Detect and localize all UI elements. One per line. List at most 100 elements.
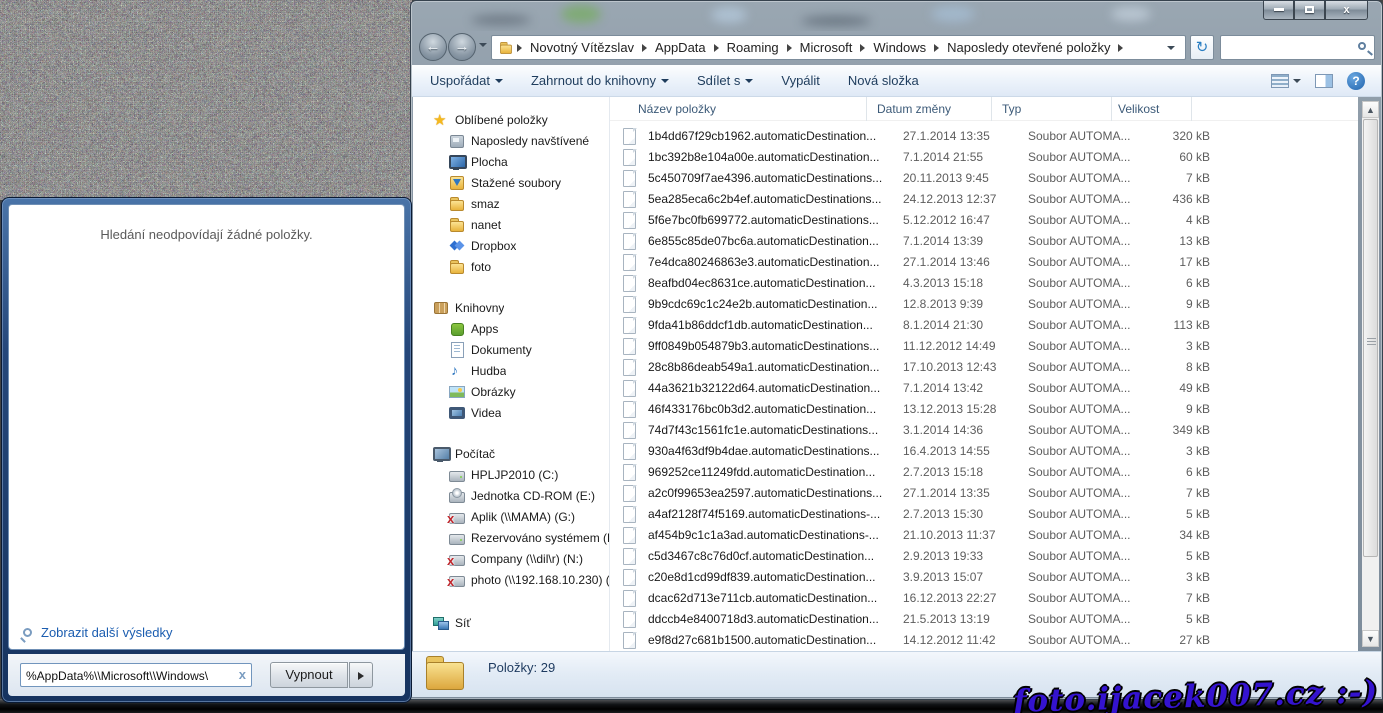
sidebar-item-hpljp2010-c[interactable]: HPLJP2010 (C:) (413, 464, 609, 485)
table-row[interactable]: 44a3621b32122d64.automaticDestination...… (610, 377, 1358, 398)
scrollbar-thumb[interactable] (1363, 119, 1378, 557)
breadcrumb-separator-icon[interactable] (714, 44, 719, 52)
toolbar-button[interactable]: Zahrnout do knihovny (521, 69, 679, 92)
cell-date: 16.12.2013 22:27 (893, 591, 1018, 605)
table-row[interactable]: e9f8d27c681b1500.automaticDestination...… (610, 629, 1358, 650)
table-row[interactable]: a4af2128f74f5169.automaticDestinations-.… (610, 503, 1358, 524)
sidebar-item-obr-zky[interactable]: Obrázky (413, 381, 609, 402)
history-dropdown-icon[interactable] (479, 43, 487, 47)
forward-button[interactable]: → (448, 33, 476, 61)
refresh-button[interactable]: ↻ (1190, 35, 1214, 60)
sidebar-item-naposledy-nav-t-ven[interactable]: Naposledy navštívené (413, 130, 609, 151)
sidebar-item-company-dil-r-n[interactable]: Company (\\dil\r) (N:) (413, 548, 609, 569)
sidebar-item-rezervov-no-syst-mem-h[interactable]: Rezervováno systémem (H (413, 527, 609, 548)
shutdown-button[interactable]: Vypnout (270, 662, 348, 688)
column-header-name[interactable]: Název položky (610, 97, 867, 121)
table-row[interactable]: 7e4dca80246863e3.automaticDestination...… (610, 251, 1358, 272)
drive-icon (449, 467, 465, 483)
table-row[interactable]: af454b9c1c1a3ad.automaticDestinations-..… (610, 524, 1358, 545)
search-icon[interactable] (1358, 42, 1366, 50)
table-row[interactable]: 6e855c85de07bc6a.automaticDestination...… (610, 230, 1358, 251)
breadcrumb-separator-icon[interactable] (642, 44, 647, 52)
back-button[interactable]: ← (419, 33, 447, 61)
table-row[interactable]: c5d3467c8c76d0cf.automaticDestination...… (610, 545, 1358, 566)
sidebar-item-dokumenty[interactable]: Dokumenty (413, 339, 609, 360)
table-row[interactable]: 9b9cdc69c1c24e2b.automaticDestination...… (610, 293, 1358, 314)
sidebar-item-jednotka-cd-rom-e[interactable]: Jednotka CD-ROM (E:) (413, 485, 609, 506)
sidebar-item-apps[interactable]: Apps (413, 318, 609, 339)
sidebar-item-dropbox[interactable]: Dropbox (413, 235, 609, 256)
sidebar-item-s[interactable]: Síť (413, 612, 609, 633)
sidebar-item-knihovny[interactable]: Knihovny (413, 297, 609, 318)
start-search-input[interactable] (26, 667, 226, 684)
scroll-down-icon[interactable]: ▼ (1362, 630, 1379, 647)
breadcrumb-separator-icon[interactable] (787, 44, 792, 52)
toolbar-button[interactable]: Nová složka (838, 69, 929, 92)
breadcrumb-separator-icon[interactable] (934, 44, 939, 52)
help-icon[interactable]: ? (1347, 72, 1365, 90)
sidebar-item-aplik-mama-g[interactable]: Aplik (\\MAMA) (G:) (413, 506, 609, 527)
breadcrumb-item[interactable]: Microsoft (795, 40, 858, 55)
table-row[interactable]: 28c8b86deab549a1.automaticDestination...… (610, 356, 1358, 377)
breadcrumb-separator-icon[interactable] (860, 44, 865, 52)
see-more-results-link[interactable]: Zobrazit další výsledky (23, 625, 173, 640)
toolbar-button[interactable]: Vypálit (771, 69, 830, 92)
table-row[interactable]: 5f6e7bc0fb699772.automaticDestinations..… (610, 209, 1358, 230)
cell-date: 3.9.2013 15:07 (893, 570, 1018, 584)
sidebar-item-foto[interactable]: foto (413, 256, 609, 277)
preview-pane-icon[interactable] (1315, 74, 1333, 88)
breadcrumb-item[interactable]: Novotný Vítězslav (525, 40, 639, 55)
breadcrumb-item[interactable]: AppData (650, 40, 711, 55)
sidebar-item-nanet[interactable]: nanet (413, 214, 609, 235)
table-row[interactable]: c20e8d1cd99df839.automaticDestination...… (610, 566, 1358, 587)
sidebar-item-plocha[interactable]: Plocha (413, 151, 609, 172)
breadcrumb-item[interactable]: Windows (868, 40, 931, 55)
view-dropdown-icon[interactable] (1293, 79, 1301, 83)
shutdown-options-button[interactable] (349, 662, 373, 688)
table-row[interactable]: 46f433176bc0b3d2.automaticDestination...… (610, 398, 1358, 419)
table-row[interactable]: 5c450709f7ae4396.automaticDestinations..… (610, 167, 1358, 188)
vertical-scrollbar[interactable]: ▲ ▼ (1362, 101, 1379, 647)
window-titlebar[interactable] (411, 1, 1382, 31)
desktop-wallpaper (0, 0, 412, 200)
sidebar-item-po-ta[interactable]: Počítač (413, 443, 609, 464)
maximize-button[interactable] (1294, 1, 1325, 20)
table-row[interactable]: dcac62d713e711cb.automaticDestination...… (610, 587, 1358, 608)
table-row[interactable]: 8eafbd04ec8631ce.automaticDestination...… (610, 272, 1358, 293)
toolbar-button[interactable]: Sdílet s (687, 69, 763, 92)
table-row[interactable]: 1bc392b8e104a00e.automaticDestination...… (610, 146, 1358, 167)
table-row[interactable]: 5ea285eca6c2b4ef.automaticDestinations..… (610, 188, 1358, 209)
search-input[interactable] (1225, 38, 1349, 57)
table-row[interactable]: a2c0f99653ea2597.automaticDestinations..… (610, 482, 1358, 503)
folder-icon (449, 259, 465, 275)
scroll-up-icon[interactable]: ▲ (1362, 101, 1379, 118)
table-row[interactable]: 930a4f63df9b4dae.automaticDestinations..… (610, 440, 1358, 461)
breadcrumb-item[interactable]: Naposledy otevřené položky (942, 40, 1115, 55)
table-row[interactable]: 9ff0849b054879b3.automaticDestinations..… (610, 335, 1358, 356)
address-dropdown-icon[interactable] (1167, 46, 1175, 50)
close-button[interactable]: x (1325, 1, 1368, 20)
table-row[interactable]: ddccb4e8400718d3.automaticDestination...… (610, 608, 1358, 629)
sidebar-item-hudba[interactable]: Hudba (413, 360, 609, 381)
clear-search-icon[interactable]: x (239, 667, 246, 682)
sidebar-item-label: Rezervováno systémem (H (471, 531, 609, 545)
screen: x ← → Novotný Vítězslav AppData Roaming … (0, 0, 1383, 713)
sidebar-item-photo-192-168-10-230[interactable]: photo (\\192.168.10.230) ( (413, 569, 609, 590)
sidebar-item-videa[interactable]: Videa (413, 402, 609, 423)
monitor-icon (449, 154, 465, 170)
column-header-type[interactable]: Typ (992, 97, 1112, 121)
toolbar-button[interactable]: Uspořádat (420, 69, 513, 92)
table-row[interactable]: 969252ce11249fdd.automaticDestination...… (610, 461, 1358, 482)
change-view-icon[interactable] (1271, 74, 1289, 88)
table-row[interactable]: 1b4dd67f29cb1962.automaticDestination...… (610, 125, 1358, 146)
sidebar-item-obl-ben-polo-ky[interactable]: Oblíbené položky (413, 109, 609, 130)
column-header-date[interactable]: Datum změny (867, 97, 992, 121)
table-row[interactable]: 74d7f43c1561fc1e.automaticDestinations..… (610, 419, 1358, 440)
table-row[interactable]: 9fda41b86ddcf1db.automaticDestination...… (610, 314, 1358, 335)
breadcrumb-separator-icon[interactable] (1118, 44, 1123, 52)
sidebar-item-sta-en-soubory[interactable]: Stažené soubory (413, 172, 609, 193)
sidebar-item-smaz[interactable]: smaz (413, 193, 609, 214)
minimize-button[interactable] (1263, 1, 1294, 20)
column-header-size[interactable]: Velikost (1112, 97, 1192, 121)
breadcrumb-item[interactable]: Roaming (722, 40, 784, 55)
